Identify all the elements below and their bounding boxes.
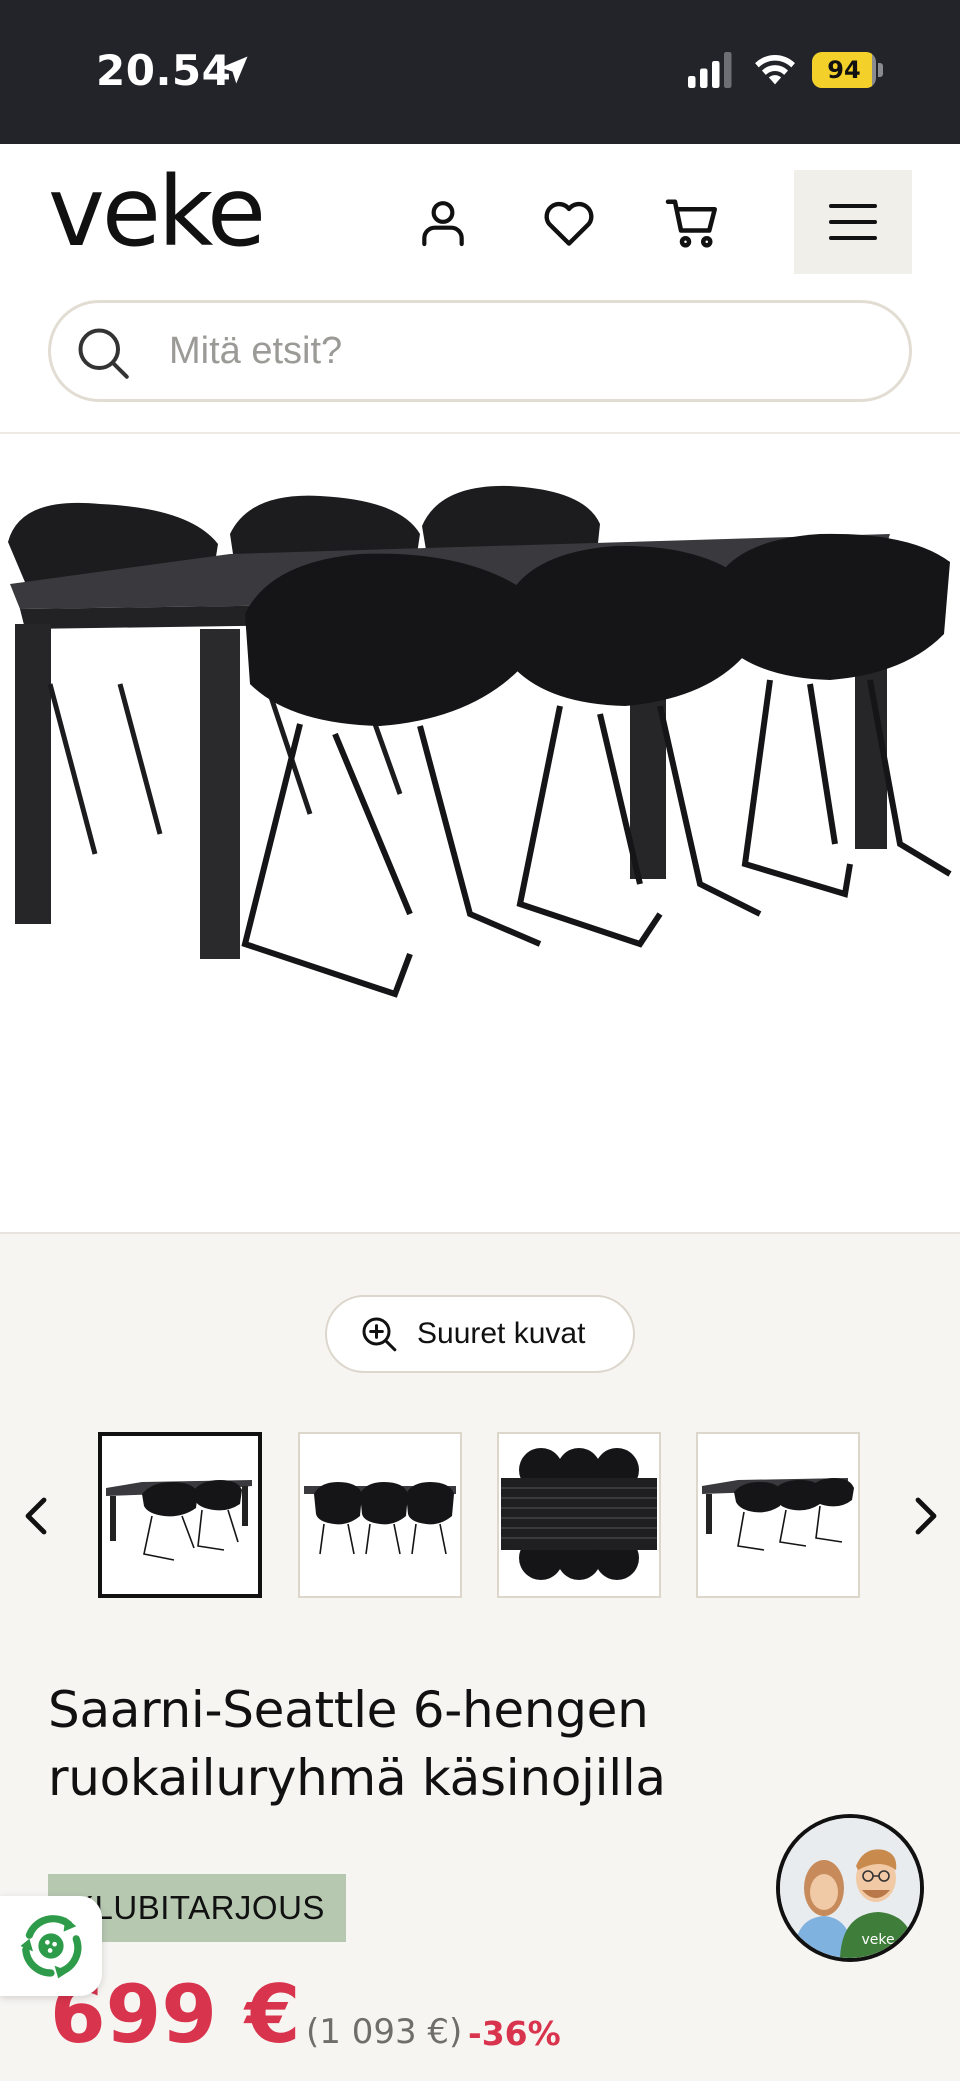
discount-percent: -36% (468, 2014, 561, 2053)
thumbnail-2-image (304, 1482, 456, 1555)
menu-icon (829, 204, 877, 240)
search-icon (78, 328, 129, 379)
thumbnail-prev-button[interactable] (14, 1490, 58, 1542)
recycle-leaf-icon (20, 1915, 82, 1979)
wifi-icon (755, 54, 795, 85)
thumbnail-4-image (702, 1478, 854, 1551)
search-bar[interactable] (48, 300, 912, 402)
thumbnail-1[interactable] (98, 1432, 262, 1598)
search-input[interactable] (169, 321, 869, 381)
big-images-label: Suuret kuvat (417, 1317, 586, 1350)
customer-service-chat-button[interactable]: veke (776, 1814, 924, 1962)
thumbnail-4[interactable] (696, 1432, 860, 1598)
eco-widget-button[interactable] (0, 1896, 102, 1996)
status-time: 20.54 (96, 46, 232, 95)
support-staff-avatar: veke (780, 1818, 920, 1958)
site-header: veke (0, 144, 960, 434)
cart-icon (665, 199, 717, 248)
battery-level: 94 (827, 56, 861, 84)
user-icon (422, 201, 464, 247)
wishlist-button[interactable] (536, 190, 602, 256)
cart-button[interactable] (660, 190, 726, 256)
big-images-button[interactable]: Suuret kuvat (325, 1295, 635, 1373)
chevron-left-icon (25, 1497, 47, 1535)
product-title-line-2: ruokailuryhmä käsinojilla (48, 1749, 666, 1807)
location-arrow-icon (220, 56, 248, 84)
thumbnail-2[interactable] (298, 1432, 462, 1598)
product-title-line-1: Saarni-Seattle 6-hengen (48, 1681, 649, 1739)
product-main-image[interactable] (0, 434, 960, 1234)
product-title: Saarni-Seattle 6-hengen ruokailuryhmä kä… (48, 1676, 808, 1812)
battery-indicator: 94 (812, 52, 876, 88)
veke-logo[interactable]: veke (48, 164, 266, 260)
original-price: (1 093 €) (306, 2012, 463, 2052)
status-bar: 20.54 94 (0, 0, 960, 144)
heart-icon (544, 201, 594, 246)
thumbnail-next-button[interactable] (904, 1490, 948, 1542)
thumbnail-1-image (106, 1480, 252, 1561)
thumbnail-3-image (501, 1448, 657, 1580)
chevron-right-icon (915, 1497, 937, 1535)
veke-shirt-logo: veke (861, 1932, 894, 1948)
zoom-in-icon (362, 1317, 397, 1352)
dining-set-illustration (8, 485, 952, 998)
menu-button[interactable] (794, 170, 912, 274)
account-button[interactable] (410, 190, 476, 256)
cellular-signal-icon (688, 52, 732, 88)
battery-nub (878, 63, 883, 77)
thumbnail-3[interactable] (497, 1432, 661, 1598)
